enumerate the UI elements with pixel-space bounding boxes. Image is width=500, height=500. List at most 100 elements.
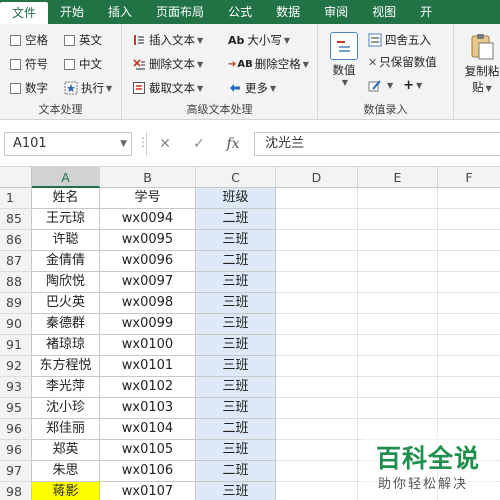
empty-cell[interactable] <box>358 230 438 251</box>
name-cell[interactable]: 褚琼琼 <box>32 335 100 356</box>
student-id-cell[interactable]: wx0106 <box>100 461 196 482</box>
name-cell[interactable]: 秦德群 <box>32 314 100 335</box>
student-id-cell[interactable]: wx0101 <box>100 356 196 377</box>
checkbox-icon[interactable] <box>10 34 21 46</box>
empty-cell[interactable] <box>438 356 500 377</box>
empty-cell[interactable] <box>358 335 438 356</box>
class-cell[interactable]: 三班 <box>196 293 276 314</box>
insert-function-button[interactable]: fx <box>220 132 246 156</box>
name-cell[interactable]: 许聪 <box>32 230 100 251</box>
empty-cell[interactable] <box>438 398 500 419</box>
row-number[interactable]: 97 <box>0 461 32 482</box>
name-cell[interactable]: 巴火英 <box>32 293 100 314</box>
row-number[interactable]: 85 <box>0 209 32 230</box>
class-cell[interactable]: 二班 <box>196 461 276 482</box>
extract-text-button[interactable]: 截取文本 ▼ <box>132 80 203 96</box>
student-id-cell[interactable]: wx0107 <box>100 482 196 500</box>
empty-cell[interactable] <box>358 293 438 314</box>
name-cell[interactable]: 郑佳丽 <box>32 419 100 440</box>
column-header-b[interactable]: B <box>100 167 196 188</box>
name-cell[interactable]: 李光萍 <box>32 377 100 398</box>
remove-space-button[interactable]: ➔ AB 删除空格 ▼ <box>228 56 309 72</box>
empty-cell[interactable] <box>438 377 500 398</box>
row-number[interactable]: 91 <box>0 335 32 356</box>
empty-cell[interactable] <box>358 377 438 398</box>
empty-cell[interactable] <box>358 314 438 335</box>
row-number[interactable]: 92 <box>0 356 32 377</box>
row-number[interactable]: 96 <box>0 419 32 440</box>
name-cell[interactable]: 金倩倩 <box>32 251 100 272</box>
row-number[interactable]: 96 <box>0 440 32 461</box>
empty-cell[interactable] <box>438 314 500 335</box>
class-cell[interactable]: 二班 <box>196 419 276 440</box>
header-name-cell[interactable]: 姓名 <box>32 188 100 209</box>
tab-formulas[interactable]: 公式 <box>216 0 264 24</box>
option-chinese[interactable]: 中文 <box>64 56 102 72</box>
class-cell[interactable]: 三班 <box>196 314 276 335</box>
column-header-c[interactable]: C <box>196 167 276 188</box>
name-cell[interactable]: 沈小珍 <box>32 398 100 419</box>
number-button[interactable]: 数值 ▼ <box>326 32 362 87</box>
empty-cell[interactable] <box>276 356 358 377</box>
empty-cell[interactable] <box>358 272 438 293</box>
student-id-cell[interactable]: wx0103 <box>100 398 196 419</box>
student-id-cell[interactable]: wx0096 <box>100 251 196 272</box>
empty-cell[interactable] <box>276 209 358 230</box>
empty-cell[interactable] <box>276 272 358 293</box>
delete-text-button[interactable]: 删除文本 ▼ <box>132 56 203 72</box>
checkbox-icon[interactable] <box>10 58 21 70</box>
column-header-f[interactable]: F <box>438 167 500 188</box>
header-id-cell[interactable]: 学号 <box>100 188 196 209</box>
tab-data[interactable]: 数据 <box>264 0 312 24</box>
student-id-cell[interactable]: wx0104 <box>100 419 196 440</box>
name-cell[interactable]: 蒋影 <box>32 482 100 500</box>
option-english[interactable]: 英文 <box>64 32 102 48</box>
empty-cell[interactable] <box>438 272 500 293</box>
tab-file[interactable]: 文件 <box>0 2 49 24</box>
class-cell[interactable]: 二班 <box>196 209 276 230</box>
class-cell[interactable]: 二班 <box>196 251 276 272</box>
cancel-button[interactable]: ✕ <box>152 132 178 156</box>
class-cell[interactable]: 三班 <box>196 377 276 398</box>
class-cell[interactable]: 三班 <box>196 356 276 377</box>
empty-cell[interactable] <box>276 293 358 314</box>
name-cell[interactable]: 王元琼 <box>32 209 100 230</box>
option-symbol[interactable]: 符号 <box>10 56 48 72</box>
case-button[interactable]: Ab 大小写 ▼ <box>228 32 290 48</box>
student-id-cell[interactable]: wx0105 <box>100 440 196 461</box>
empty-cell[interactable] <box>276 461 358 482</box>
checkbox-icon[interactable] <box>64 58 75 70</box>
empty-cell[interactable] <box>276 230 358 251</box>
class-cell[interactable]: 三班 <box>196 398 276 419</box>
empty-cell[interactable] <box>358 356 438 377</box>
name-cell[interactable]: 朱思 <box>32 461 100 482</box>
student-id-cell[interactable]: wx0098 <box>100 293 196 314</box>
checkbox-icon[interactable] <box>10 82 21 94</box>
more-button[interactable]: 更多 ▼ <box>228 80 276 96</box>
option-number[interactable]: 数字 <box>10 80 48 96</box>
tab-view[interactable]: 视图 <box>360 0 408 24</box>
empty-cell[interactable] <box>276 377 358 398</box>
keep-value-button[interactable]: ✕ 只保留数值 <box>368 54 437 70</box>
class-cell[interactable]: 三班 <box>196 440 276 461</box>
insert-text-button[interactable]: 插入文本 ▼ <box>132 32 203 48</box>
row-number[interactable]: 98 <box>0 482 32 500</box>
row-number[interactable]: 90 <box>0 314 32 335</box>
class-cell[interactable]: 三班 <box>196 272 276 293</box>
checkbox-icon[interactable] <box>64 34 75 46</box>
student-id-cell[interactable]: wx0100 <box>100 335 196 356</box>
empty-cell[interactable] <box>358 398 438 419</box>
empty-cell[interactable] <box>276 251 358 272</box>
name-cell[interactable]: 郑英 <box>32 440 100 461</box>
name-box[interactable]: A101 ▼ <box>4 132 132 156</box>
empty-cell[interactable] <box>276 482 358 500</box>
empty-cell[interactable] <box>276 188 358 209</box>
tab-home[interactable]: 开始 <box>48 0 96 24</box>
empty-cell[interactable] <box>276 314 358 335</box>
dropdown-arrow-icon[interactable]: ▼ <box>120 133 127 155</box>
empty-cell[interactable] <box>438 293 500 314</box>
tab-developer[interactable]: 开 <box>408 0 444 24</box>
row-number[interactable]: 86 <box>0 230 32 251</box>
enter-button[interactable]: ✓ <box>186 132 212 156</box>
empty-cell[interactable] <box>438 209 500 230</box>
